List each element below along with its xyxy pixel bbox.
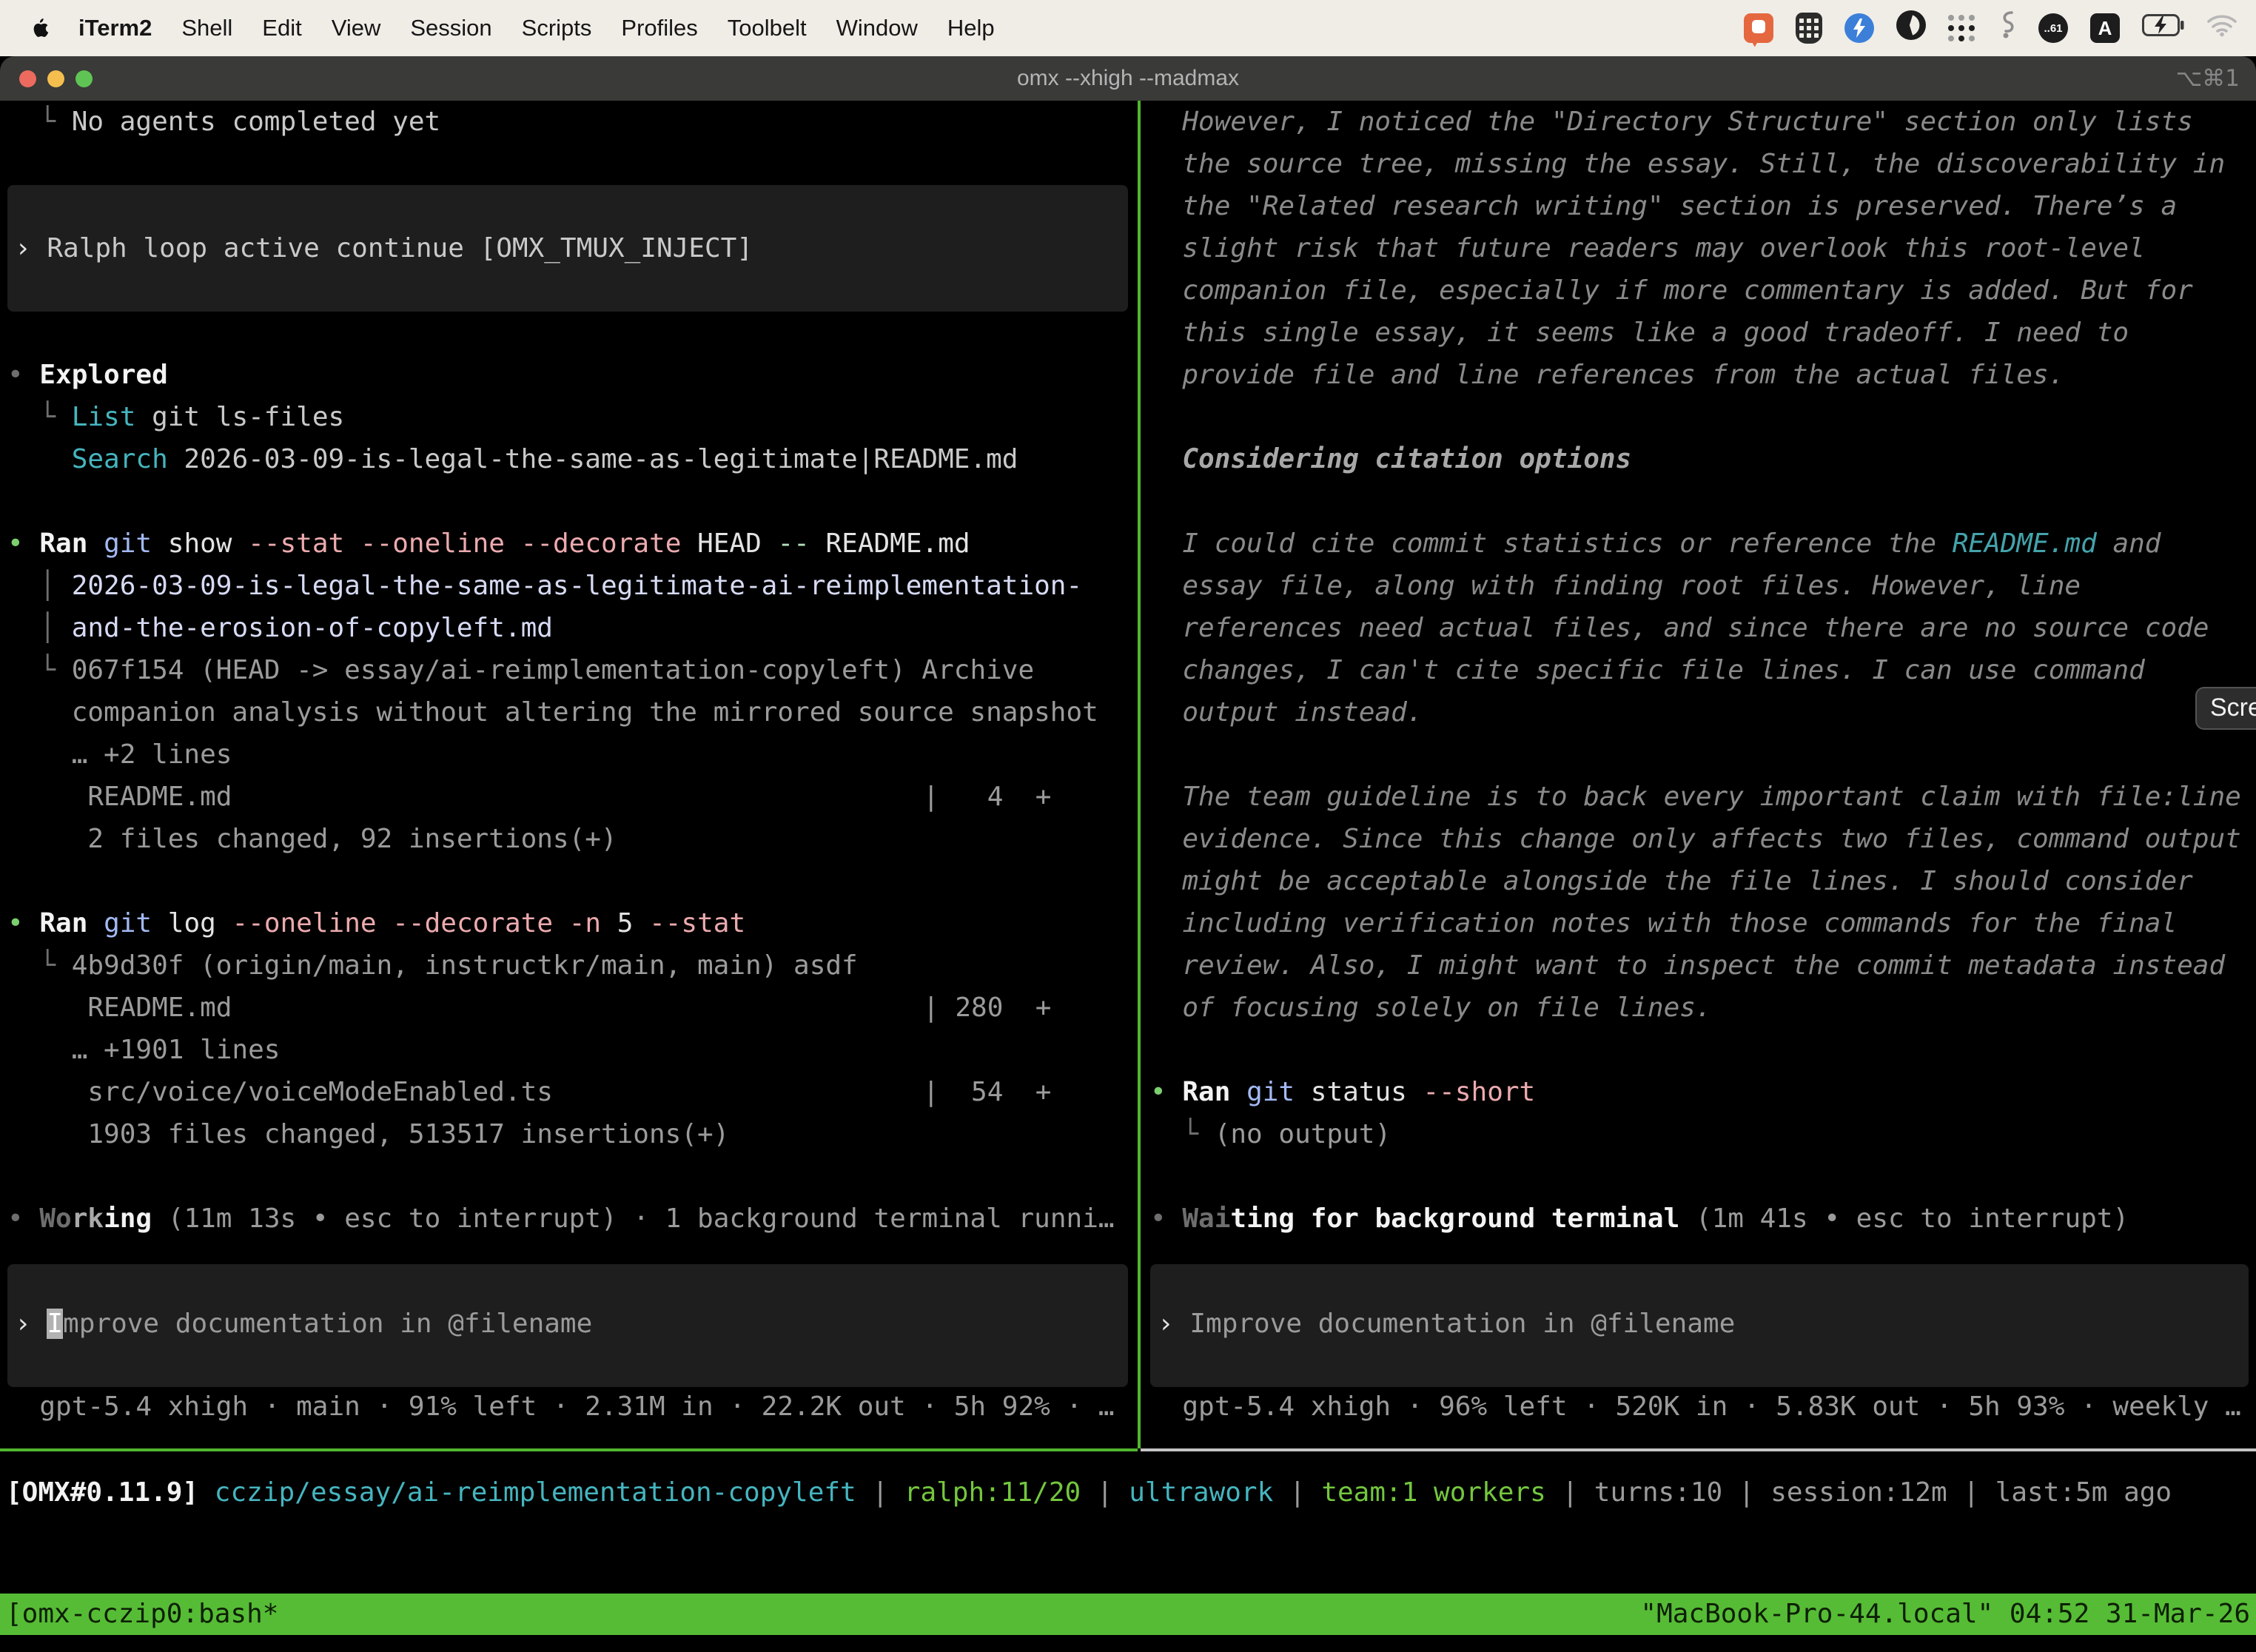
crescent-app-icon[interactable] [1896, 10, 1926, 46]
thinking-paragraph-1: the "Related research writing" section i… [1150, 185, 2177, 227]
git-show-truncation: … +2 lines [7, 733, 232, 776]
wifi-icon[interactable] [2207, 14, 2237, 43]
menu-scripts[interactable]: Scripts [522, 15, 592, 41]
tmux-host-clock: "MacBook-Pro-44.local" 04:52 31-Mar-26 [1640, 1594, 2250, 1635]
thinking-section-header: Considering citation options [1150, 438, 1631, 480]
tmux-session-window: [omx-cczip0:bash* [6, 1594, 278, 1635]
thinking-paragraph-3: might be acceptable alongside the file l… [1150, 860, 2193, 902]
menu-window[interactable]: Window [836, 15, 918, 41]
thinking-paragraph-3: of focusing solely on file lines. [1150, 987, 1712, 1029]
menu-edit[interactable]: Edit [262, 15, 301, 41]
explored-search-item: Search 2026-03-09-is-legal-the-same-as-l… [7, 438, 1018, 480]
right-pane-bottom-border [1141, 1448, 2256, 1451]
menu-shell[interactable]: Shell [181, 15, 232, 41]
terminal-content: └ No agents completed yet › Ralph loop ac… [0, 101, 2256, 1652]
left-pane-bottom-border [0, 1448, 1138, 1451]
screen-tooltip: Scre [2195, 687, 2256, 730]
menu-profiles[interactable]: Profiles [621, 15, 697, 41]
prompt-input-text: › Improve documentation in @filename [15, 1303, 592, 1345]
git-show-commit-line: └ 067f154 (HEAD -> essay/ai-reimplementa… [7, 649, 1034, 691]
tmux-status-bar: [omx-cczip0:bash* "MacBook-Pro-44.local"… [0, 1594, 2256, 1635]
git-show-summary: 2 files changed, 92 insertions(+) [7, 818, 617, 860]
thinking-paragraph-1: slight risk that future readers may over… [1150, 227, 2145, 269]
git-log-truncation: … +1901 lines [7, 1029, 280, 1071]
git-log-stat-line-2: src/voice/voiceModeEnabled.ts| 54 + [7, 1071, 553, 1113]
ran-git-status-command: • Ran git status --short [1150, 1071, 1535, 1113]
prompt-input-text: › Improve documentation in @filename [1158, 1303, 1735, 1345]
window-title: omx --xhigh --madmax [222, 56, 2034, 101]
git-status-output: └ (no output) [1150, 1113, 1391, 1155]
pane-divider[interactable] [1138, 101, 1141, 1448]
no-agents-line: └ No agents completed yet [7, 101, 440, 143]
git-show-filename-1: │ 2026-03-09-is-legal-the-same-as-legiti… [7, 565, 1082, 607]
git-show-stat-line: README.md| 4 + [7, 776, 232, 818]
explored-header: • Explored [7, 354, 168, 396]
thinking-paragraph-3: review. Also, I might want to inspect th… [1150, 944, 2225, 987]
menu-items: iTerm2 Shell Edit View Session Scripts Profile… [78, 15, 995, 41]
battery-charging-icon[interactable] [2142, 14, 2185, 42]
omx-status-bar: [OMX#0.11.9] cczip/essay/ai-reimplementa… [6, 1471, 2172, 1514]
model-status-line: gpt-5.4 xhigh · main · 91% left · 2.31M … [7, 1386, 1115, 1428]
window-shortcut-hint: ⌥⌘1 [2176, 56, 2240, 101]
git-show-commit-line-2: companion analysis without altering the … [7, 691, 1098, 733]
window-title-bar: omx --xhigh --madmax ⌥⌘1 [0, 56, 2256, 101]
thinking-paragraph-2: essay file, along with finding root file… [1150, 565, 2081, 607]
ran-git-show-command: • Ran git show --stat --oneline --decora… [7, 523, 970, 565]
squiggle-app-icon[interactable] [1997, 10, 2016, 46]
thinking-paragraph-1: this single essay, it seems like a good … [1150, 312, 2129, 354]
thinking-paragraph-3: The team guideline is to back every impo… [1150, 776, 2241, 818]
menu-toolbelt[interactable]: Toolbelt [728, 15, 807, 41]
menu-view[interactable]: View [332, 15, 381, 41]
apple-menu-icon[interactable] [31, 18, 49, 38]
working-status-line: • Working (11m 13s • esc to interrupt) ·… [7, 1198, 1115, 1240]
waiting-status-line: • Waiting for background terminal (1m 41… [1150, 1198, 2129, 1240]
menu-bar-status-icons: ..61 A [1744, 0, 2237, 56]
thinking-paragraph-2: output instead. [1150, 691, 1423, 733]
input-source-icon[interactable]: A [2090, 13, 2120, 43]
thinking-paragraph-3: including verification notes with those … [1150, 902, 2177, 944]
shield-grid-app-icon[interactable] [1796, 13, 1822, 44]
thinking-paragraph-1: However, I noticed the "Directory Struct… [1150, 101, 2193, 143]
model-status-line: gpt-5.4 xhigh · 96% left · 520K in · 5.8… [1150, 1386, 2241, 1428]
ralph-loop-line: › Ralph loop active continue [OMX_TMUX_I… [15, 227, 753, 269]
zoom-button[interactable] [75, 70, 93, 87]
blue-bolt-app-icon[interactable] [1844, 13, 1874, 43]
git-log-stat-line-1: README.md| 280 + [7, 987, 232, 1029]
menu-session[interactable]: Session [410, 15, 491, 41]
menu-help[interactable]: Help [947, 15, 995, 41]
thinking-paragraph-2: changes, I can't cite specific file line… [1150, 649, 2145, 691]
explored-list-item: └ List git ls-files [7, 396, 344, 438]
menu-bar: iTerm2 Shell Edit View Session Scripts Profile… [0, 0, 2256, 56]
git-show-filename-2: │ and-the-erosion-of-copyleft.md [7, 607, 553, 649]
percent-badge-icon[interactable]: ..61 [2038, 13, 2068, 43]
thinking-paragraph-2: references need actual files, and since … [1150, 607, 2209, 649]
minimize-button[interactable] [47, 70, 64, 87]
thinking-paragraph-1: the source tree, missing the essay. Stil… [1150, 143, 2225, 185]
thinking-paragraph-1: provide file and line references from th… [1150, 354, 2064, 396]
git-log-summary: 1903 files changed, 513517 insertions(+) [7, 1113, 729, 1155]
thinking-paragraph-2: I could cite commit statistics or refere… [1150, 523, 2161, 565]
ran-git-log-command: • Ran git log --oneline --decorate -n 5 … [7, 902, 745, 944]
thinking-paragraph-3: evidence. Since this change only affects… [1150, 818, 2241, 860]
menu-iterm2[interactable]: iTerm2 [78, 15, 152, 41]
thinking-paragraph-1: companion file, especially if more comme… [1150, 269, 2193, 312]
git-log-commit-line: └ 4b9d30f (origin/main, instructkr/main,… [7, 944, 858, 987]
dots-grid-icon[interactable] [1948, 15, 1975, 41]
close-button[interactable] [19, 70, 36, 87]
screen-recording-indicator-icon[interactable] [1744, 13, 1773, 43]
right-agent-pane[interactable]: However, I noticed the "Directory Struct… [1143, 101, 2256, 1448]
left-agent-pane[interactable]: └ No agents completed yet › Ralph loop ac… [0, 101, 1138, 1448]
